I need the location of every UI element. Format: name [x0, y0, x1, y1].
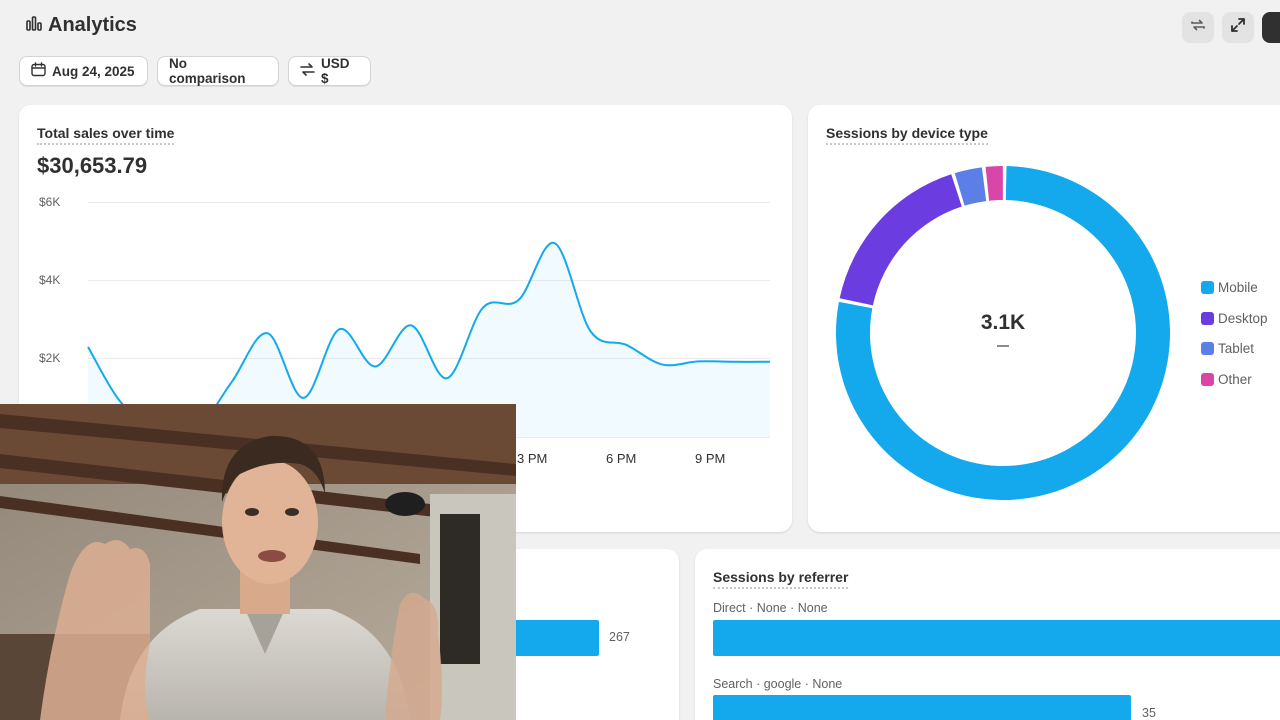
legend-swatch	[1201, 312, 1214, 325]
legend-item-other[interactable]: Other	[1201, 372, 1252, 387]
primary-action-button[interactable]	[1262, 12, 1280, 43]
legend-item-desktop[interactable]: Desktop	[1201, 311, 1268, 326]
x-tick-label: 3 PM	[517, 451, 548, 466]
currency-exchange-icon	[300, 62, 315, 80]
webcam-video-overlay	[0, 404, 516, 720]
comparison-button[interactable]: No comparison	[157, 56, 279, 86]
top-bar: Analytics	[0, 0, 1280, 56]
fullscreen-icon	[1230, 17, 1246, 38]
legend-label: Mobile	[1218, 280, 1258, 295]
legend-swatch	[1201, 342, 1214, 355]
legend-item-tablet[interactable]: Tablet	[1201, 341, 1254, 356]
refresh-icon	[1189, 16, 1207, 39]
currency-label: USD $	[321, 56, 350, 86]
comparison-label: No comparison	[169, 56, 246, 86]
device-sessions-card: Sessions by device type 3.1K Mobile Desk…	[808, 105, 1280, 532]
bar-value: 267	[609, 630, 630, 644]
legend-item-mobile[interactable]: Mobile	[1201, 280, 1258, 295]
donut-slice-other[interactable]	[985, 166, 1003, 201]
fullscreen-button[interactable]	[1222, 12, 1254, 43]
referrer-sessions-card: Sessions by referrer Direct · None · Non…	[695, 549, 1280, 720]
legend-label: Desktop	[1218, 311, 1268, 326]
x-tick-label: 9 PM	[695, 451, 726, 466]
legend-swatch	[1201, 281, 1214, 294]
legend-label: Tablet	[1218, 341, 1255, 356]
page-title: Analytics	[26, 14, 137, 37]
calendar-icon	[31, 62, 46, 80]
referrer-bar-search[interactable]	[713, 695, 1131, 720]
refresh-button[interactable]	[1182, 12, 1214, 43]
referrer-row-label: Search · google · None	[713, 677, 843, 691]
donut-center-value: 3.1K	[980, 311, 1026, 334]
referrer-sessions-title[interactable]: Sessions by referrer	[713, 569, 849, 589]
referrer-bar-value: 35	[1142, 706, 1156, 720]
webcam-frame-illustration	[0, 404, 516, 720]
legend-label: Other	[1218, 372, 1252, 387]
page-title-text: Analytics	[48, 14, 137, 36]
donut-slice-desktop[interactable]	[839, 174, 962, 306]
referrer-row-label: Direct · None · None	[713, 601, 828, 615]
date-label: Aug 24, 2025	[52, 63, 135, 79]
referrer-bar-direct[interactable]	[713, 620, 1280, 656]
legend-swatch	[1201, 373, 1214, 386]
date-picker-button[interactable]: Aug 24, 2025	[19, 56, 148, 86]
bar-chart-icon	[26, 15, 42, 36]
donut-center-dash	[997, 345, 1009, 347]
x-tick-label: 6 PM	[606, 451, 637, 466]
currency-button[interactable]: USD $	[288, 56, 371, 86]
